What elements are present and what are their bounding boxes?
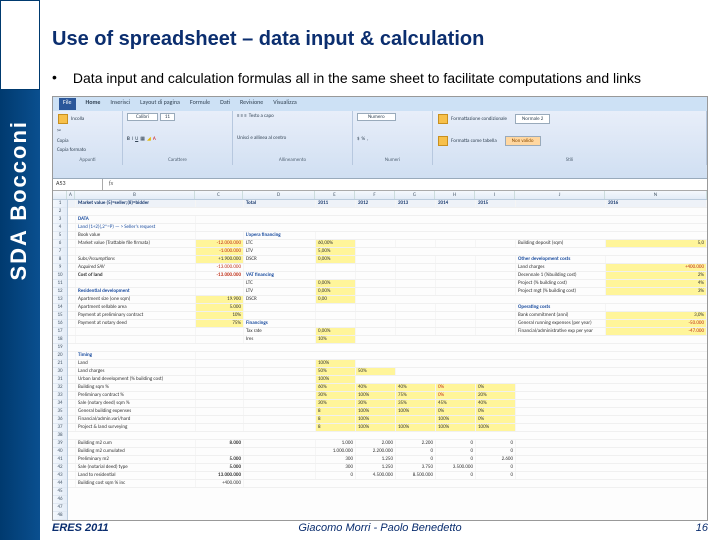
row-title: Market value (5)=seller;(8)=bidder <box>76 200 196 207</box>
group-styles: Formattazione condizionale Normale 2 For… <box>433 111 707 165</box>
merge-button[interactable]: Unisci e allinea al centro <box>237 135 286 141</box>
align-icon[interactable]: ≡ ≡ ≡ <box>237 113 247 119</box>
format-table-icon[interactable] <box>438 136 448 146</box>
col-I[interactable]: I <box>475 191 515 199</box>
ribbon-tabs: File Home Inserisci Layout di pagina For… <box>53 97 707 111</box>
tab-file[interactable]: File <box>59 98 76 110</box>
footer-left: ERES 2011 <box>52 522 109 534</box>
wrap-text-button[interactable]: Testo a capo <box>249 113 274 119</box>
brand-logo <box>0 0 40 90</box>
ribbon-body: Incolla ✂ Copia Copia formato Appunti Ca… <box>53 111 707 179</box>
cond-format-icon[interactable] <box>438 114 448 124</box>
style-bad[interactable]: Non valido <box>505 136 541 146</box>
col-B[interactable]: B <box>75 191 195 199</box>
slide-content: Use of spreadsheet – data input & calcul… <box>52 28 708 510</box>
font-group-label: Carattere <box>127 157 228 163</box>
bullet-marker: • <box>52 69 57 88</box>
number-group-label: Numeri <box>357 157 428 163</box>
font-color-icon[interactable]: A <box>153 136 156 142</box>
col-F[interactable]: F <box>355 191 395 199</box>
tab-formulas[interactable]: Formule <box>190 98 210 110</box>
style-normal[interactable]: Normale 2 <box>515 114 550 124</box>
excel-screenshot: File Home Inserisci Layout di pagina For… <box>52 96 708 521</box>
percent-icon[interactable]: % <box>362 136 366 142</box>
col-N[interactable]: N <box>605 191 707 199</box>
cond-format-label[interactable]: Formattazione condizionale <box>451 116 507 122</box>
tab-data[interactable]: Dati <box>220 98 230 110</box>
formula-input[interactable] <box>119 179 707 190</box>
sheet-grid[interactable]: Market value (5)=seller;(8)=bidderTotal2… <box>68 200 707 520</box>
paste-label[interactable]: Incolla <box>71 116 84 122</box>
styles-group-label: Stili <box>437 157 702 163</box>
group-number: Numero $ % , Numeri <box>353 111 433 165</box>
format-painter-label[interactable]: Copia formato <box>57 147 86 153</box>
tab-view[interactable]: Visualizza <box>273 98 296 110</box>
font-size-select[interactable]: 11 <box>160 113 175 121</box>
comma-icon[interactable]: , <box>367 136 368 142</box>
clipboard-group-label: Appunti <box>57 157 118 163</box>
brand-sidebar: SDA Bocconi <box>0 0 40 540</box>
format-table-label[interactable]: Formatta come tabella <box>451 138 497 144</box>
copy-label[interactable]: Copia <box>57 138 68 144</box>
border-icon[interactable]: ▦ <box>140 136 145 142</box>
group-alignment: ≡ ≡ ≡ Testo a capo Unisci e allinea al c… <box>233 111 353 165</box>
col-H[interactable]: H <box>435 191 475 199</box>
section-timing: Timing <box>76 352 196 359</box>
footer-page-number: 16 <box>696 522 708 534</box>
col-D[interactable]: D <box>243 191 315 199</box>
slide-title: Use of spreadsheet – data input & calcul… <box>52 28 708 51</box>
col-J[interactable]: J <box>515 191 605 199</box>
fill-color-icon[interactable]: ◢ <box>147 136 151 142</box>
tab-insert[interactable]: Inserisci <box>110 98 130 110</box>
fx-icon[interactable]: fx <box>103 179 119 190</box>
row-numbers: 12345678910 11121314151617181920 2130313… <box>53 200 68 520</box>
tab-layout[interactable]: Layout di pagina <box>140 98 180 110</box>
group-clipboard: Incolla ✂ Copia Copia formato Appunti <box>53 111 123 165</box>
col-G[interactable]: G <box>395 191 435 199</box>
font-name-select[interactable]: Calibri <box>127 113 158 121</box>
italic-button[interactable]: I <box>132 136 133 142</box>
tab-home[interactable]: Home <box>86 98 101 110</box>
col-E[interactable]: E <box>315 191 355 199</box>
sheet-rows: 12345678910 11121314151617181920 2130313… <box>53 200 707 520</box>
section-data: DATA <box>76 216 196 223</box>
formula-bar: A53 fx <box>53 179 707 191</box>
bullet-text: Data input and calculation formulas all … <box>73 69 641 88</box>
bold-button[interactable]: B <box>127 136 130 142</box>
underline-button[interactable]: U <box>135 136 138 142</box>
brand-name: SDA Bocconi <box>6 120 32 281</box>
group-font: Calibri11 B I U ▦ ◢ A Carattere <box>123 111 233 165</box>
paste-icon[interactable] <box>58 114 68 124</box>
col-headers: A B C D E F G H I J N <box>53 191 707 200</box>
scissors-icon[interactable]: ✂ <box>57 128 61 134</box>
slide-footer: ERES 2011 Giacomo Morri - Paolo Benedett… <box>52 522 708 534</box>
number-format-select[interactable]: Numero <box>357 113 396 121</box>
currency-icon[interactable]: $ <box>357 136 360 142</box>
footer-center: Giacomo Morri - Paolo Benedetto <box>298 522 461 534</box>
name-box[interactable]: A53 <box>53 179 103 190</box>
align-group-label: Allineamento <box>237 157 348 163</box>
col-C[interactable]: C <box>195 191 243 199</box>
tab-review[interactable]: Revisione <box>240 98 263 110</box>
bullet-row: • Data input and calculation formulas al… <box>52 69 708 88</box>
